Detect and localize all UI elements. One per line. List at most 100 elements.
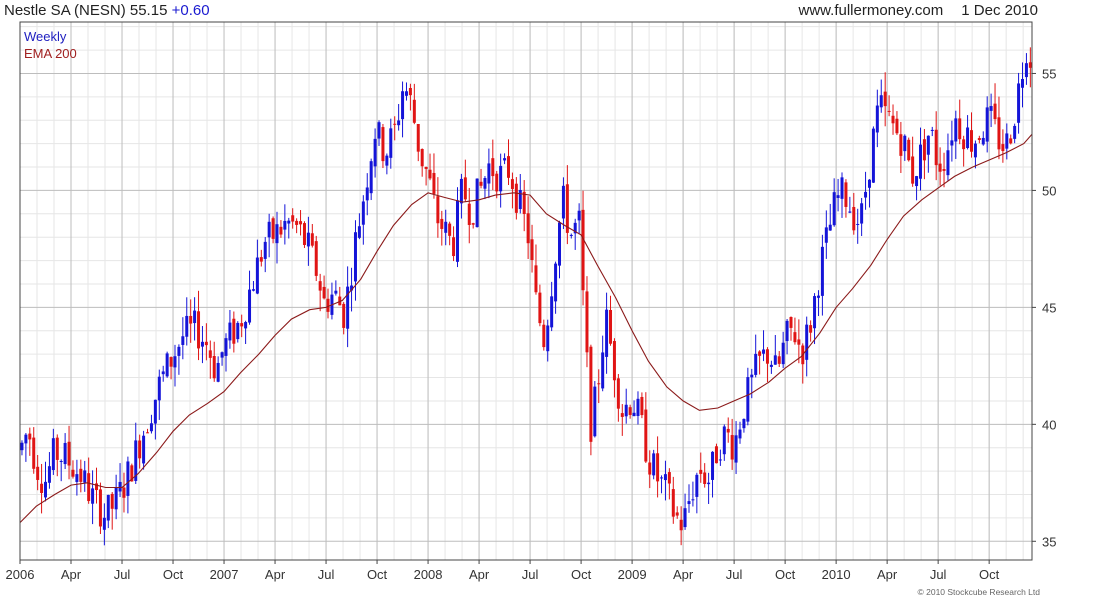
candle-body bbox=[149, 423, 153, 432]
candle-body bbox=[589, 346, 593, 442]
candle-body bbox=[24, 434, 28, 444]
candle-body bbox=[98, 489, 102, 527]
x-tick-label: Oct bbox=[163, 567, 184, 582]
candle-body bbox=[832, 192, 836, 226]
candle-body bbox=[79, 468, 83, 482]
candle-body bbox=[887, 110, 891, 112]
candle-body bbox=[122, 487, 126, 498]
candle-body bbox=[840, 177, 844, 199]
candle-body bbox=[871, 128, 875, 183]
candle-body bbox=[495, 173, 499, 192]
candle-body bbox=[926, 135, 930, 155]
candle-body bbox=[679, 519, 683, 531]
candle-body bbox=[514, 183, 518, 213]
y-tick-label: 45 bbox=[1042, 300, 1056, 315]
candle-body bbox=[522, 191, 526, 215]
candle-body bbox=[220, 352, 224, 358]
candle-body bbox=[1009, 138, 1013, 144]
candle-body bbox=[1017, 83, 1021, 123]
candle-body bbox=[632, 412, 636, 417]
candle-body bbox=[342, 303, 346, 328]
candle-body bbox=[793, 332, 797, 343]
x-tick-label: Jul bbox=[114, 567, 131, 582]
candle-body bbox=[895, 118, 899, 134]
y-tick-label: 50 bbox=[1042, 183, 1056, 198]
candle-body bbox=[169, 357, 173, 367]
candle-body bbox=[475, 178, 479, 228]
candle-body bbox=[283, 220, 287, 230]
candle-body bbox=[738, 429, 742, 439]
candle-body bbox=[459, 178, 463, 204]
candle-body bbox=[844, 182, 848, 207]
candle-body bbox=[389, 128, 393, 158]
x-tick-label: Oct bbox=[775, 567, 796, 582]
candle-body bbox=[707, 482, 711, 485]
candle-body bbox=[322, 286, 326, 299]
x-tick-label: Apr bbox=[61, 567, 82, 582]
candle-body bbox=[538, 292, 542, 324]
candle-body bbox=[785, 320, 789, 342]
x-tick-label: Apr bbox=[877, 567, 898, 582]
candle-body bbox=[950, 140, 954, 146]
candle-body bbox=[236, 322, 240, 340]
candle-body bbox=[452, 237, 456, 257]
candle-body bbox=[173, 356, 177, 368]
candle-body bbox=[911, 156, 915, 184]
candle-body bbox=[942, 169, 946, 171]
candle-body bbox=[32, 437, 36, 469]
candle-body bbox=[879, 95, 883, 108]
candle-body bbox=[907, 139, 911, 161]
candle-body bbox=[440, 218, 444, 229]
candle-body bbox=[310, 233, 314, 246]
candle-body bbox=[83, 470, 87, 483]
candle-body bbox=[424, 166, 428, 169]
candle-body bbox=[251, 289, 255, 291]
candle-body bbox=[361, 201, 365, 225]
candle-body bbox=[499, 165, 503, 192]
candle-body bbox=[263, 241, 267, 259]
candle-body bbox=[334, 290, 338, 294]
candle-body bbox=[981, 137, 985, 145]
x-tick-label: 2007 bbox=[210, 567, 239, 582]
x-tick-label: Jul bbox=[726, 567, 743, 582]
candle-body bbox=[1013, 125, 1017, 139]
candle-body bbox=[875, 105, 879, 133]
candle-body bbox=[455, 200, 459, 262]
candle-body bbox=[326, 298, 330, 312]
candle-body bbox=[20, 442, 24, 451]
candle-body bbox=[75, 474, 79, 482]
candle-body bbox=[224, 338, 228, 356]
x-tick-label: 2009 bbox=[618, 567, 647, 582]
candle-body bbox=[836, 195, 840, 198]
candle-body bbox=[550, 296, 554, 328]
x-tick-label: Oct bbox=[367, 567, 388, 582]
candle-body bbox=[585, 291, 589, 353]
candle-body bbox=[197, 311, 201, 349]
candle-body bbox=[420, 149, 424, 167]
candle-body bbox=[255, 257, 259, 294]
candle-body bbox=[714, 446, 718, 464]
candle-body bbox=[616, 378, 620, 409]
candle-body bbox=[969, 130, 973, 152]
candle-body bbox=[546, 325, 550, 352]
candle-body bbox=[758, 351, 762, 356]
candle-body bbox=[918, 144, 922, 179]
candle-body bbox=[216, 362, 220, 382]
candle-body bbox=[883, 91, 887, 107]
candle-body bbox=[742, 418, 746, 429]
candle-body bbox=[805, 324, 809, 360]
candle-body bbox=[200, 341, 204, 347]
candle-body bbox=[110, 493, 114, 509]
candle-body bbox=[864, 191, 868, 198]
x-axis-labels: 2006 Apr Jul Oct 2007 Apr Jul Oct 2008 Apr Jul Oct 2… bbox=[6, 567, 1000, 582]
candle-body bbox=[946, 150, 950, 176]
candle-body bbox=[534, 265, 538, 293]
candle-body bbox=[291, 215, 295, 222]
candlestick-chart: 3540455055 2006 Apr Jul Oct 2007 Apr Jul Oct 200… bbox=[6, 21, 1056, 597]
candle-body bbox=[899, 134, 903, 156]
candle-body bbox=[609, 309, 613, 344]
candle-body bbox=[479, 181, 483, 186]
candle-body bbox=[593, 386, 597, 437]
candle-body bbox=[353, 232, 357, 282]
candle-body bbox=[542, 324, 546, 348]
